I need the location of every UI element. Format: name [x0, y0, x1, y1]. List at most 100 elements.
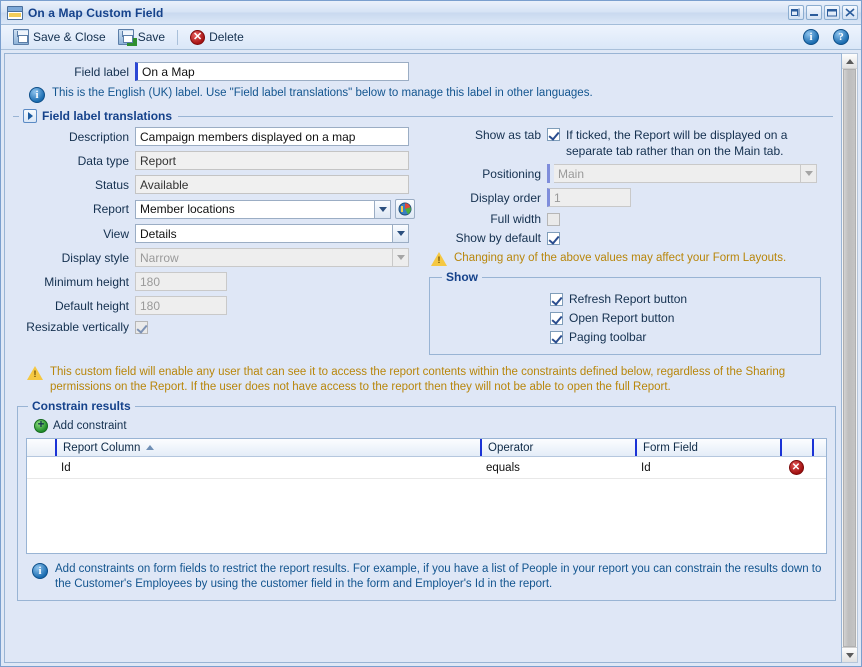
field-label-translations-section: Field label translations	[13, 109, 833, 123]
open-report-checkbox[interactable]	[550, 311, 563, 325]
show-as-tab-row: Show as tab If ticked, the Report will b…	[429, 127, 833, 159]
minimize-button[interactable]	[806, 5, 822, 20]
save-and-close-label: Save & Close	[33, 30, 106, 44]
data-type-label: Data type	[77, 153, 129, 168]
refresh-report-checkbox[interactable]	[550, 292, 563, 306]
delete-label: Delete	[209, 30, 244, 44]
description-label: Description	[68, 129, 129, 144]
view-input[interactable]	[135, 224, 392, 243]
show-option-paging-toolbar[interactable]: Paging toolbar	[550, 330, 810, 344]
scroll-down-button[interactable]	[842, 647, 857, 662]
vertical-scrollbar[interactable]	[842, 53, 858, 663]
grid-header-report-column-label: Report Column	[63, 441, 141, 454]
show-by-default-checkbox[interactable]	[547, 231, 560, 245]
field-label-note: i This is the English (UK) label. Use "F…	[29, 86, 833, 103]
full-width-label: Full width	[490, 212, 541, 226]
form-columns: Description Data type Status Report	[13, 127, 833, 355]
data-type-input	[135, 151, 409, 170]
display-order-label: Display order	[470, 190, 541, 205]
grid-header-form-field[interactable]: Form Field	[635, 439, 780, 456]
content-wrapper: Field label i This is the English (UK) l…	[1, 50, 861, 666]
chevron-down-icon	[845, 652, 854, 658]
display-order-input	[547, 188, 631, 207]
minimum-height-label: Minimum height	[44, 274, 129, 289]
resizable-vertically-label: Resizable vertically	[26, 320, 129, 334]
table-row[interactable]: Id equals Id ✕	[27, 457, 826, 479]
delete-row-icon[interactable]: ✕	[788, 460, 804, 475]
show-as-tab-checkbox[interactable]	[547, 128, 560, 141]
description-row: Description	[13, 127, 423, 146]
report-label: Report	[92, 202, 129, 216]
delete-icon: ✕	[190, 29, 206, 45]
field-label-note-text: This is the English (UK) label. Use "Fie…	[52, 87, 593, 99]
row-report-column-cell: Id	[61, 461, 71, 474]
window-title: On a Map Custom Field	[28, 5, 164, 20]
view-dropdown-button[interactable]	[392, 224, 409, 243]
form-content-panel: Field label i This is the English (UK) l…	[4, 53, 842, 663]
row-delete-cell[interactable]: ✕	[780, 457, 812, 478]
show-as-tab-hint-line1: If ticked, the Report will be displayed …	[566, 128, 788, 142]
field-label-label: Field label	[74, 64, 129, 79]
warning-icon	[431, 252, 447, 266]
open-report-icon-button[interactable]	[395, 199, 415, 219]
chevron-right-icon	[27, 112, 33, 120]
description-input[interactable]	[135, 127, 409, 146]
refresh-report-label: Refresh Report button	[569, 292, 688, 306]
info-icon[interactable]: i	[803, 29, 819, 45]
constraints-footer-line2: Customer's Employees by using the custom…	[74, 578, 553, 590]
positioning-input	[554, 164, 800, 183]
save-and-close-button[interactable]: Save & Close	[7, 26, 112, 48]
save-green-arrow-icon	[117, 29, 134, 45]
help-icon[interactable]: ?	[833, 29, 849, 45]
add-constraint-button[interactable]: + Add constraint	[34, 419, 827, 433]
constraints-grid-header: Report Column Operator Form Field	[27, 439, 826, 457]
paging-toolbar-checkbox[interactable]	[550, 330, 563, 344]
show-by-default-label: Show by default	[455, 231, 541, 245]
save-button[interactable]: Save	[112, 26, 171, 48]
show-group-legend: Show	[446, 270, 478, 284]
status-input	[135, 175, 409, 194]
maximize-button[interactable]	[824, 5, 840, 20]
scrollbar-thumb[interactable]	[843, 69, 856, 647]
show-as-tab-hint-line2: separate tab rather than on the Main tab…	[566, 144, 784, 158]
grid-header-report-column[interactable]: Report Column	[55, 439, 480, 456]
default-height-row: Default height	[13, 296, 423, 315]
left-column: Description Data type Status Report	[13, 127, 423, 355]
report-dropdown-button[interactable]	[374, 199, 391, 219]
constrain-results-group: Constrain results + Add constraint Repor…	[17, 399, 836, 601]
delete-button[interactable]: ✕ Delete	[184, 27, 250, 48]
row-form-field-cell: Id	[641, 461, 651, 474]
paging-toolbar-label: Paging toolbar	[569, 330, 647, 344]
expand-collapse-icon[interactable]	[23, 109, 37, 123]
grid-header-select[interactable]	[27, 439, 55, 456]
close-button[interactable]	[842, 5, 858, 20]
show-option-refresh-report[interactable]: Refresh Report button	[550, 292, 810, 306]
positioning-dropdown-button	[800, 164, 817, 183]
save-icon	[13, 29, 29, 45]
field-label-translations-legend: Field label translations	[42, 109, 173, 123]
form-window-icon	[7, 5, 23, 20]
main-toolbar: Save & Close Save ✕ Delete i ?	[1, 25, 861, 50]
open-report-label: Open Report button	[569, 311, 675, 325]
report-input[interactable]	[135, 199, 374, 219]
custom-field-window: On a Map Custom Field Save & Close Save	[0, 0, 862, 667]
show-option-open-report[interactable]: Open Report button	[550, 311, 810, 325]
field-label-input[interactable]	[135, 62, 409, 81]
row-operator-cell: equals	[486, 461, 520, 474]
scroll-up-button[interactable]	[842, 54, 857, 69]
chevron-up-icon	[845, 58, 854, 64]
view-combobox[interactable]	[135, 224, 409, 243]
legend-line-left	[13, 115, 19, 117]
scrollbar-track[interactable]	[842, 69, 857, 647]
chevron-down-icon	[396, 231, 405, 236]
default-height-input	[135, 296, 227, 315]
display-style-input	[135, 248, 392, 267]
report-combobox[interactable]	[135, 199, 391, 219]
view-row: View	[13, 224, 423, 243]
row-select-cell[interactable]	[27, 457, 55, 478]
restore-down-button[interactable]	[788, 5, 804, 20]
info-icon-small: i	[32, 563, 48, 579]
grid-header-operator[interactable]: Operator	[480, 439, 635, 456]
display-style-combobox	[135, 248, 409, 267]
default-height-label: Default height	[54, 298, 129, 313]
